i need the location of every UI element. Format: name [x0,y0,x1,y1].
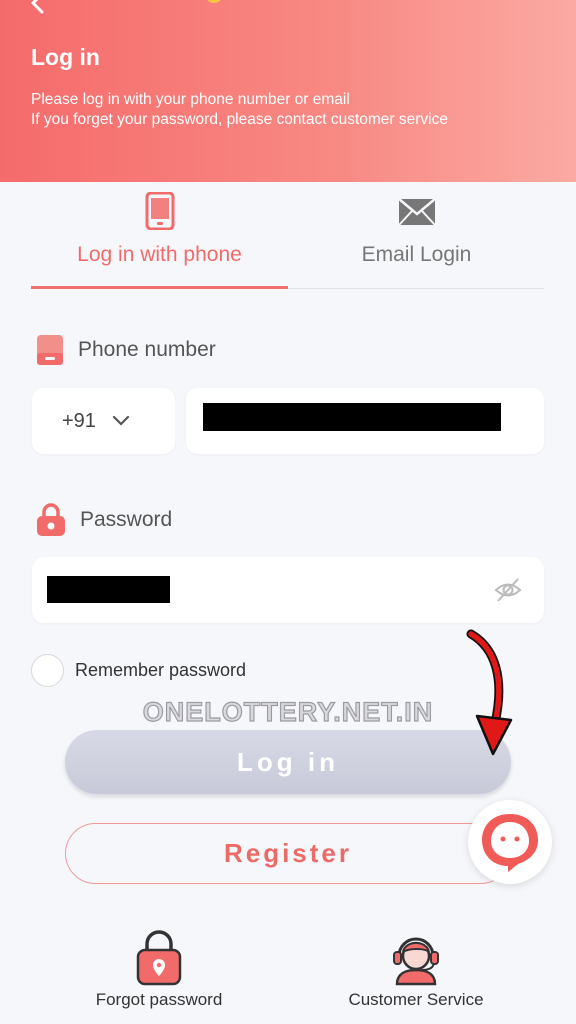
header-desc-line-1: Please log in with your phone number or … [31,91,350,108]
mail-icon [397,198,436,226]
tab-divider [288,288,544,289]
header: Log in Please log in with your phone num… [0,0,576,182]
forgot-password-label: Forgot password [95,990,223,1009]
redacted-phone-value [203,403,501,431]
annotation-arrow-icon [466,629,513,756]
login-tabs: Log in with phone Email Login [31,182,544,290]
tab-phone-label: Log in with phone [77,243,242,266]
country-code-value: +91 [62,409,96,432]
password-label: Password [36,503,172,537]
country-code-select[interactable]: +91 [32,388,175,454]
active-tab-indicator [31,286,288,289]
chevron-down-icon [112,415,130,426]
eye-off-icon[interactable] [494,577,522,603]
remember-password-checkbox[interactable]: Remember password [31,654,246,687]
phone-number-icon [37,335,63,365]
back-arrow-icon[interactable] [28,0,50,14]
login-button[interactable]: Log in [65,730,511,794]
phone-icon [145,192,174,230]
chat-icon [482,814,538,872]
tab-email-label: Email Login [361,243,472,266]
customer-service-icon [393,937,439,986]
chat-support-button[interactable] [468,800,552,884]
remember-radio[interactable] [31,654,64,687]
header-description: Please log in with your phone number or … [31,90,448,130]
lock-location-icon [136,930,182,986]
redacted-password-value [47,576,170,603]
register-button[interactable]: Register [65,823,511,884]
tab-email-login[interactable]: Email Login [288,182,545,290]
customer-service-label: Customer Service [348,990,484,1009]
page-title: Log in [31,44,100,70]
header-desc-line-2: If you forget your password, please cont… [31,111,448,128]
password-label-text: Password [80,508,173,531]
lock-icon [37,503,65,536]
customer-service-link[interactable]: Customer Service [316,930,516,1010]
phone-number-input[interactable] [186,388,544,454]
password-input[interactable] [32,557,544,623]
forgot-password-link[interactable]: Forgot password [59,930,259,1010]
phone-number-label-text: Phone number [78,338,216,361]
remember-password-label: Remember password [75,660,247,680]
phone-number-label: Phone number [36,334,216,366]
tab-phone-login[interactable]: Log in with phone [31,182,288,290]
logo [207,0,221,3]
